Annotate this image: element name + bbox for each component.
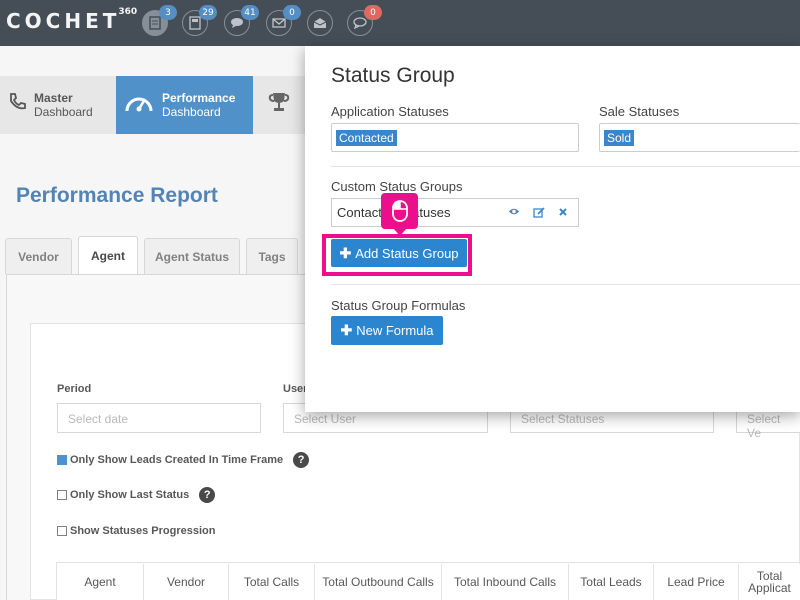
sale-status-tag[interactable]: Sold: [604, 130, 635, 146]
sale-statuses-field[interactable]: Sold: [599, 123, 800, 152]
application-statuses-label: Application Statuses: [331, 104, 449, 119]
eye-icon[interactable]: [508, 207, 520, 219]
application-status-tag[interactable]: Contacted: [336, 130, 397, 146]
new-formula-label: New Formula: [356, 323, 434, 338]
status-group-formulas-label: Status Group Formulas: [331, 298, 466, 313]
divider: [331, 284, 800, 285]
new-formula-button[interactable]: ✚ New Formula: [331, 316, 443, 345]
application-statuses-field[interactable]: Contacted: [331, 123, 579, 152]
divider: [331, 166, 800, 167]
status-group-row: Contacted Statuses: [331, 198, 579, 227]
edit-icon[interactable]: [533, 207, 545, 221]
modal-title: Status Group: [331, 64, 455, 87]
status-group-modal: Status Group Application Statuses Contac…: [305, 46, 800, 412]
mouse-cursor-icon: [381, 193, 418, 229]
close-icon[interactable]: [558, 207, 568, 220]
click-highlight: [322, 234, 472, 276]
cursor-pointer-tail: [393, 228, 407, 236]
plus-icon: ✚: [340, 322, 353, 338]
custom-status-groups-label: Custom Status Groups: [331, 179, 463, 194]
sale-statuses-label: Sale Statuses: [599, 104, 680, 119]
